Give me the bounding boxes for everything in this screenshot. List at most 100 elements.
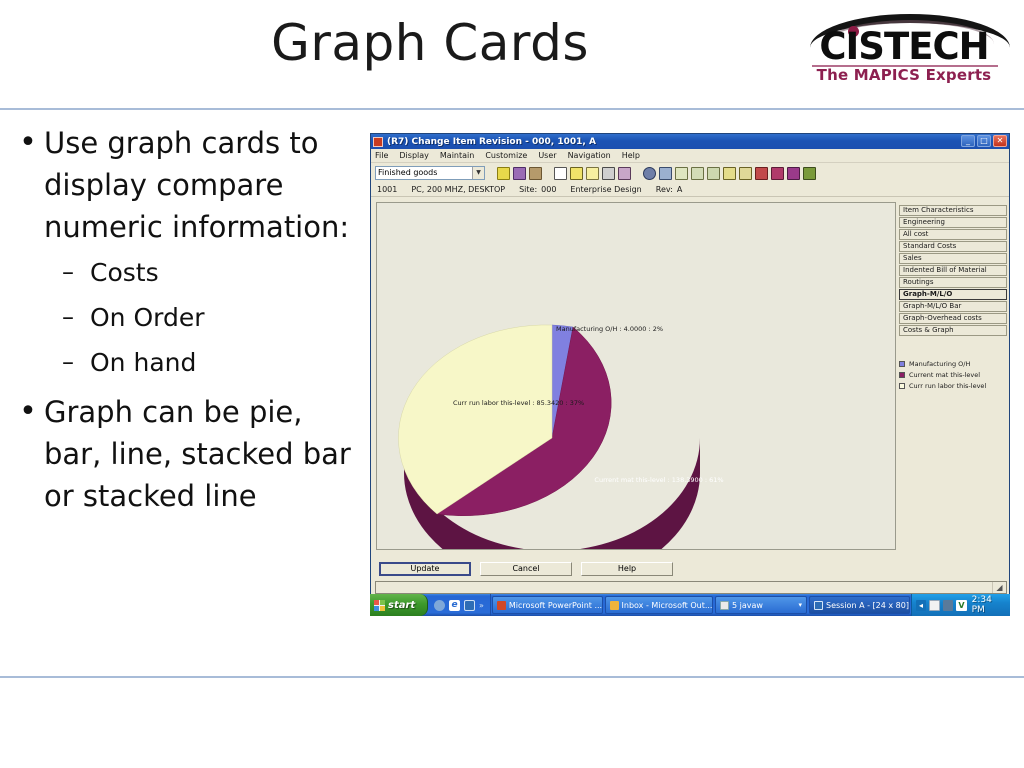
flag-green-icon[interactable] xyxy=(803,166,816,180)
tree-view-icon[interactable] xyxy=(691,166,704,180)
chevron-down-icon[interactable]: ▼ xyxy=(472,167,484,179)
card-button-graph-overhead-costs[interactable]: Graph-Overhead costs xyxy=(899,313,1007,324)
card-button-list: Item Characteristics Engineering All cos… xyxy=(899,205,1007,337)
card-button-routings[interactable]: Routings xyxy=(899,277,1007,288)
card-button-sales[interactable]: Sales xyxy=(899,253,1007,264)
link-icon[interactable] xyxy=(659,166,672,180)
application-window: (R7) Change Item Revision - 000, 1001, A… xyxy=(370,133,1010,616)
terminal-icon xyxy=(814,600,823,610)
key-icon[interactable] xyxy=(602,166,615,180)
taskbar-item-label: Inbox - Microsoft Out... xyxy=(621,600,713,610)
item-description: PC, 200 MHZ, DESKTOP xyxy=(411,185,506,194)
toolbar: Finished goods ▼ xyxy=(371,163,1009,183)
start-button-label: start xyxy=(388,599,416,611)
new-document-icon[interactable] xyxy=(554,166,567,180)
bullet-marker: • xyxy=(19,394,37,429)
edit-highlight-icon[interactable] xyxy=(586,166,599,180)
legend-swatch-manufacturing-oh xyxy=(899,361,905,367)
legend-swatch-curr-run-labor xyxy=(899,383,905,389)
windows-taskbar: start e » Microsoft PowerPoint ... Inbox… xyxy=(370,594,1010,616)
graph-panel: Curr run labor this-level : 85.3420 : 37… xyxy=(376,202,896,550)
item-type-dropdown[interactable]: Finished goods ▼ xyxy=(375,166,485,180)
menu-item-navigation[interactable]: Navigation xyxy=(568,151,611,160)
card-button-indented-bill-of-material[interactable]: Indented Bill of Material xyxy=(899,265,1007,276)
card-button-item-characteristics[interactable]: Item Characteristics xyxy=(899,205,1007,216)
window-titlebar[interactable]: (R7) Change Item Revision - 000, 1001, A… xyxy=(371,134,1009,149)
taskbar-item-powerpoint[interactable]: Microsoft PowerPoint ... xyxy=(491,596,603,614)
menu-item-user[interactable]: User xyxy=(538,151,556,160)
sub-bullet-marker: – xyxy=(62,348,74,376)
bullet-text: Graph can be pie, bar, line, stacked bar… xyxy=(44,395,351,513)
minimize-button[interactable]: _ xyxy=(961,135,975,147)
list-view-icon[interactable] xyxy=(675,166,688,180)
legend-swatch-current-mat xyxy=(899,372,905,378)
menu-item-display[interactable]: Display xyxy=(399,151,429,160)
logo-tagline: The MAPICS Experts xyxy=(816,66,992,84)
java-window-icon xyxy=(720,600,729,610)
sub-bullet-marker: – xyxy=(62,258,74,286)
bullet-marker: • xyxy=(19,125,37,160)
globe-icon[interactable] xyxy=(643,166,656,180)
close-button[interactable]: ✕ xyxy=(993,135,1007,147)
menu-item-customize[interactable]: Customize xyxy=(485,151,527,160)
network-icon[interactable] xyxy=(942,599,954,611)
show-hidden-icons-icon[interactable]: ◂ xyxy=(915,599,927,611)
sub-bullet-marker: – xyxy=(62,303,74,331)
volume-icon[interactable]: V xyxy=(956,599,967,611)
printer-icon[interactable] xyxy=(513,166,526,180)
flag-icon[interactable] xyxy=(497,166,510,180)
menu-item-file[interactable]: File xyxy=(375,151,388,160)
help-button[interactable]: Help xyxy=(581,562,673,576)
sub-bullet-text: On hand xyxy=(90,348,197,377)
card-button-graph-mlo[interactable]: Graph-M/L/O xyxy=(899,289,1007,300)
update-button[interactable]: Update xyxy=(379,562,471,576)
card-button-all-cost[interactable]: All cost xyxy=(899,229,1007,240)
menu-bar: File Display Maintain Customize User Nav… xyxy=(371,149,1009,163)
mail-icon[interactable] xyxy=(929,599,940,611)
check-flag-icon[interactable] xyxy=(755,166,768,180)
card-button-standard-costs[interactable]: Standard Costs xyxy=(899,241,1007,252)
card-button-graph-mlo-bar[interactable]: Graph-M/L/O Bar xyxy=(899,301,1007,312)
window-controls: _ □ ✕ xyxy=(961,135,1007,147)
internet-explorer-icon[interactable]: e xyxy=(449,599,460,611)
show-desktop-icon[interactable] xyxy=(434,599,445,611)
resize-grip-icon[interactable]: ◢ xyxy=(993,582,1006,593)
rev-label: Rev: xyxy=(655,185,673,194)
bullet-text: Use graph cards to display compare numer… xyxy=(44,126,350,244)
menu-item-help[interactable]: Help xyxy=(622,151,640,160)
quick-launch-more-icon[interactable]: » xyxy=(479,601,484,610)
taskbar-item-outlook[interactable]: Inbox - Microsoft Out... xyxy=(604,596,713,614)
taskbar-item-javaw[interactable]: 5 javaw ▾ xyxy=(715,596,807,614)
cancel-button[interactable]: Cancel xyxy=(480,562,572,576)
legend-label-manufacturing-oh: Manufacturing O/H xyxy=(909,360,971,368)
footer-divider xyxy=(0,676,1024,678)
card-button-costs-and-graph[interactable]: Costs & Graph xyxy=(899,325,1007,336)
start-button[interactable]: start xyxy=(370,594,428,616)
taskbar-group-chevron-icon[interactable]: ▾ xyxy=(798,601,802,609)
card-button-engineering[interactable]: Engineering xyxy=(899,217,1007,228)
flag-purple-icon[interactable] xyxy=(787,166,800,180)
legend-label-current-mat: Current mat this-level xyxy=(909,371,981,379)
powerpoint-icon xyxy=(496,600,506,610)
taskbar-item-session-a[interactable]: Session A - [24 x 80] xyxy=(809,596,910,614)
cistech-logo: CISTECH The MAPICS Experts xyxy=(788,8,1020,90)
maximize-button[interactable]: □ xyxy=(977,135,991,147)
site-name: Enterprise Design xyxy=(570,185,642,194)
site-value: 000 xyxy=(541,185,557,194)
flag-yellow-icon[interactable] xyxy=(771,166,784,180)
outlook-icon xyxy=(609,600,619,610)
copy-icon[interactable] xyxy=(618,166,631,180)
outlook-icon[interactable] xyxy=(464,599,475,611)
edit-pencil-icon[interactable] xyxy=(570,166,583,180)
filter-icon[interactable] xyxy=(723,166,736,180)
taskbar-item-label: Session A - [24 x 80] xyxy=(826,600,909,610)
taskbar-clock[interactable]: 2:34 PM xyxy=(972,595,1006,615)
structure-icon[interactable] xyxy=(707,166,720,180)
sub-bullet-item: – On Order xyxy=(12,295,362,340)
application-icon xyxy=(373,136,383,147)
print-preview-icon[interactable] xyxy=(529,166,542,180)
window-title: (R7) Change Item Revision - 000, 1001, A xyxy=(387,136,596,147)
sort-icon[interactable] xyxy=(739,166,752,180)
work-area: Curr run labor this-level : 85.3420 : 37… xyxy=(371,200,1009,555)
menu-item-maintain[interactable]: Maintain xyxy=(440,151,474,160)
